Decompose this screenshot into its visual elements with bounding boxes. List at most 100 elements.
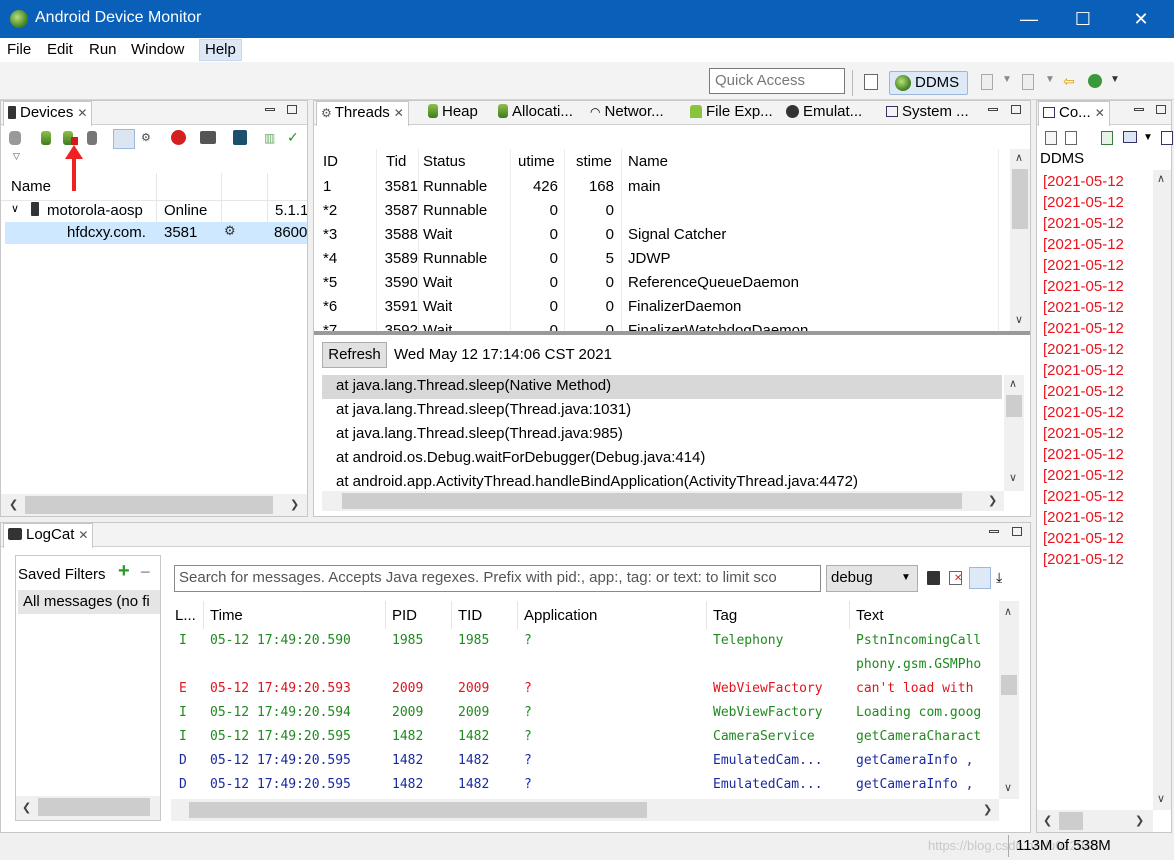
maximize-view-icon[interactable]: [1011, 105, 1021, 114]
scroll-right-icon[interactable]: ❯: [290, 498, 299, 511]
scroll-thumb[interactable]: [189, 802, 647, 818]
tab-logcat[interactable]: LogCat ✕: [3, 523, 94, 548]
pin-console-icon[interactable]: [1101, 131, 1113, 145]
chevron-down-icon[interactable]: ∨: [11, 202, 19, 215]
scroll-down-icon[interactable]: ∨: [1009, 471, 1017, 484]
filters-h-scrollbar[interactable]: ❮: [16, 796, 160, 820]
sash[interactable]: [314, 331, 1030, 335]
scroll-up-icon[interactable]: ∧: [1157, 172, 1165, 185]
filter-item-all[interactable]: All messages (no fi: [18, 590, 160, 614]
log-level-select[interactable]: debug ▼: [826, 565, 918, 592]
stack-frame[interactable]: at java.lang.Thread.sleep(Thread.java:98…: [336, 425, 623, 442]
remove-filter-button[interactable]: −: [140, 562, 151, 583]
minimize-view-icon[interactable]: [988, 108, 998, 111]
clear-log-icon[interactable]: ✕: [949, 571, 962, 585]
tab-threads[interactable]: ⚙ Threads ✕: [316, 101, 409, 126]
minimize-view-icon[interactable]: [989, 530, 999, 533]
tab-emulator[interactable]: Emulat...: [782, 101, 866, 125]
tab-console[interactable]: Co... ✕: [1038, 101, 1110, 126]
close-button[interactable]: ✕: [1114, 0, 1168, 38]
scroll-down-icon[interactable]: ∨: [1015, 313, 1023, 326]
minimize-button[interactable]: —: [1002, 0, 1056, 38]
stack-v-scrollbar[interactable]: ∧ ∨: [1004, 375, 1024, 491]
tab-heap[interactable]: Heap: [424, 101, 482, 125]
menu-edit[interactable]: Edit: [47, 41, 73, 58]
logcat-v-scrollbar[interactable]: ∧ ∨: [999, 601, 1019, 799]
stop-process-icon[interactable]: [171, 130, 186, 145]
scroll-up-icon[interactable]: ∧: [1004, 605, 1012, 618]
scroll-thumb[interactable]: [1006, 395, 1022, 417]
minimize-view-icon[interactable]: [1134, 108, 1144, 111]
toolbar-doc2-icon[interactable]: [1022, 74, 1034, 90]
open-perspective-icon[interactable]: [864, 74, 878, 90]
start-method-profiling-icon[interactable]: ▥: [264, 131, 276, 145]
systrace-icon[interactable]: [233, 130, 247, 145]
scroll-thumb[interactable]: [25, 496, 273, 514]
logcat-search-input[interactable]: Search for messages. Accepts Java regexe…: [174, 565, 821, 592]
add-filter-button[interactable]: +: [118, 560, 130, 583]
devices-h-scrollbar[interactable]: ❮ ❯: [1, 494, 307, 516]
scroll-left-icon[interactable]: ❮: [22, 801, 31, 814]
menu-run[interactable]: Run: [89, 41, 117, 58]
debug-icon[interactable]: [9, 131, 21, 145]
dropdown-arrow-icon[interactable]: ▼: [1110, 74, 1120, 85]
scroll-thumb[interactable]: [342, 493, 962, 509]
scroll-up-icon[interactable]: ∧: [1009, 377, 1017, 390]
scroll-right-icon[interactable]: ❯: [983, 803, 992, 816]
close-icon[interactable]: ✕: [77, 106, 87, 120]
update-threads-icon[interactable]: [113, 129, 135, 149]
scroll-lock-icon[interactable]: ⤓: [996, 569, 1002, 586]
maximize-view-icon[interactable]: [1156, 105, 1166, 114]
new-console-icon[interactable]: [1161, 131, 1173, 145]
scroll-thumb[interactable]: [1001, 675, 1017, 695]
scroll-right-icon[interactable]: ❯: [1135, 814, 1144, 827]
tab-devices[interactable]: Devices ✕: [3, 101, 93, 126]
scroll-lock-icon[interactable]: [1065, 131, 1077, 145]
stack-h-scrollbar[interactable]: ❯: [322, 491, 1004, 511]
tab-file-explorer[interactable]: File Exp...: [686, 101, 777, 125]
cause-gc-icon[interactable]: [87, 131, 97, 145]
scroll-left-icon[interactable]: ❮: [1043, 814, 1052, 827]
dropdown-arrow-icon[interactable]: ▼: [1002, 74, 1012, 85]
process-row[interactable]: hfdcxy.com. 3581 ⚙ 8600: [5, 222, 307, 244]
clear-console-icon[interactable]: [1045, 131, 1057, 145]
stack-frame[interactable]: at android.app.ActivityThread.handleBind…: [336, 473, 858, 490]
run-icon[interactable]: [1088, 74, 1102, 88]
maximize-view-icon[interactable]: [1012, 527, 1022, 536]
view-menu-icon[interactable]: ▽: [13, 151, 20, 162]
maximize-button[interactable]: ☐: [1056, 0, 1110, 38]
quick-access-input[interactable]: Quick Access: [709, 68, 845, 94]
thread-start-icon[interactable]: ⚙: [141, 131, 155, 145]
refresh-button[interactable]: Refresh: [322, 342, 387, 368]
ddms-perspective-button[interactable]: DDMS: [889, 71, 968, 95]
dropdown-arrow-icon[interactable]: ▼: [1045, 74, 1055, 85]
scroll-down-icon[interactable]: ∨: [1004, 781, 1012, 794]
scroll-thumb[interactable]: [1012, 169, 1028, 229]
toggle-filters-icon[interactable]: [969, 567, 991, 589]
stack-frame[interactable]: at android.os.Debug.waitForDebugger(Debu…: [336, 449, 705, 466]
display-console-icon[interactable]: [1123, 131, 1137, 143]
tab-network[interactable]: ◠ Networ...: [586, 101, 668, 125]
console-v-scrollbar[interactable]: ∧ ∨: [1153, 170, 1171, 810]
update-heap-icon[interactable]: [41, 131, 51, 145]
menu-file[interactable]: File: [7, 41, 31, 58]
dropdown-arrow-icon[interactable]: ▼: [1143, 132, 1153, 143]
menu-help[interactable]: Help: [199, 39, 242, 61]
close-icon[interactable]: ✕: [394, 106, 404, 120]
check-icon[interactable]: ✓: [287, 129, 299, 146]
screen-capture-icon[interactable]: [200, 131, 216, 144]
maximize-view-icon[interactable]: [287, 105, 297, 114]
scroll-down-icon[interactable]: ∨: [1157, 792, 1165, 805]
stack-frame[interactable]: at java.lang.Thread.sleep(Thread.java:10…: [336, 401, 631, 418]
tab-system[interactable]: System ...: [882, 101, 973, 125]
logcat-h-scrollbar[interactable]: ❯: [171, 799, 999, 821]
menu-window[interactable]: Window: [131, 41, 184, 58]
scroll-right-icon[interactable]: ❯: [988, 494, 997, 507]
scroll-thumb[interactable]: [38, 798, 150, 816]
minimize-view-icon[interactable]: [265, 108, 275, 111]
tab-allocation[interactable]: Allocati...: [494, 101, 577, 125]
save-icon[interactable]: [927, 571, 940, 585]
threads-v-scrollbar[interactable]: ∧ ∨: [1010, 149, 1030, 331]
stack-frame[interactable]: at java.lang.Thread.sleep(Native Method): [336, 377, 611, 394]
scroll-up-icon[interactable]: ∧: [1015, 151, 1023, 164]
